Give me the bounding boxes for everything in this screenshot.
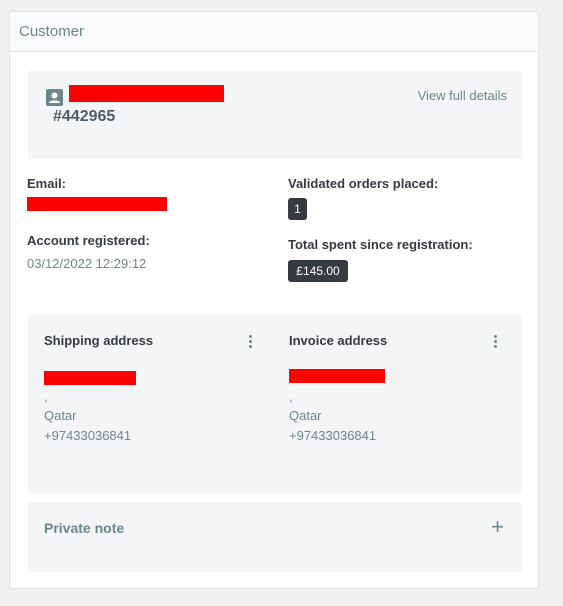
addresses-section: Shipping address , Qatar +97433036841 In… [28, 315, 522, 493]
shipping-phone: +97433036841 [44, 428, 132, 443]
customer-id: #442965 [53, 108, 116, 125]
view-full-details-link[interactable]: View full details [418, 88, 507, 103]
account-registered-label: Account registered: [27, 233, 150, 248]
shipping-country: Qatar [44, 408, 77, 423]
validated-orders-label: Validated orders placed: [288, 176, 439, 191]
invoice-country: Qatar [289, 408, 322, 423]
total-spent-badge: £145.00 [288, 260, 348, 282]
email-label: Email: [27, 176, 67, 191]
validated-orders-badge: 1 [288, 198, 307, 220]
shipping-address-title: Shipping address [44, 333, 154, 348]
card-title: Customer [19, 23, 85, 40]
customer-summary: #442965 View full details [28, 71, 522, 159]
invoice-kebab-menu-icon[interactable] [492, 335, 498, 351]
private-note-section[interactable]: Private note + [28, 502, 522, 572]
total-spent-label: Total spent since registration: [288, 237, 473, 252]
card-header: Customer [10, 12, 538, 52]
invoice-phone: +97433036841 [289, 428, 377, 443]
shipping-kebab-menu-icon[interactable] [247, 335, 253, 351]
invoice-name-redacted [289, 369, 385, 383]
shipping-comma: , [44, 389, 48, 404]
shipping-address: Shipping address , Qatar +97433036841 [28, 315, 273, 493]
plus-icon[interactable]: + [491, 516, 504, 538]
customer-name-redacted [69, 85, 224, 102]
customer-card: Customer #442965 View full details Email… [9, 11, 539, 589]
invoice-comma: , [289, 389, 293, 404]
invoice-address: Invoice address , Qatar +97433036841 [273, 315, 518, 493]
private-note-title: Private note [44, 520, 125, 536]
shipping-name-redacted [44, 371, 136, 385]
email-redacted [27, 197, 167, 211]
invoice-address-title: Invoice address [289, 333, 388, 348]
account-registered-value: 03/12/2022 12:29:12 [27, 256, 147, 271]
person-card-icon [46, 89, 63, 106]
